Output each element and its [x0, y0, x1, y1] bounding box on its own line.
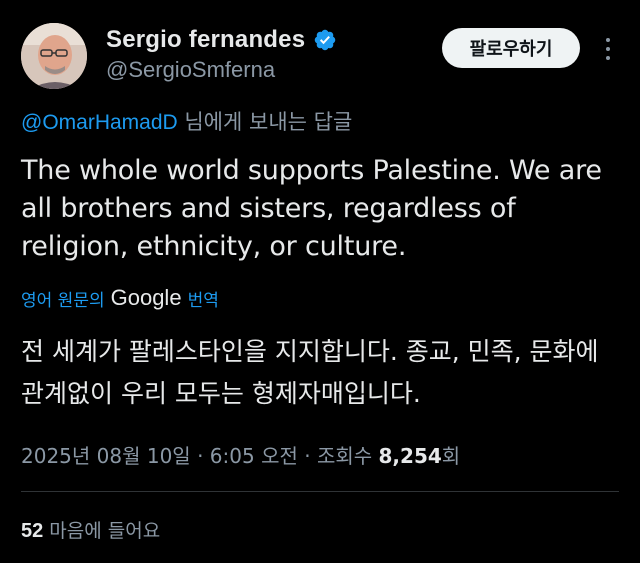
google-logo: Google — [110, 285, 182, 310]
dot — [606, 47, 610, 51]
likes-summary[interactable]: 52 마음에 들어요 — [21, 516, 160, 543]
translated-text: 전 세계가 팔레스타인을 지지합니다. 종교, 민족, 문화에 관계없이 우리 … — [21, 337, 599, 408]
likes-label: 마음에 들어요 — [49, 520, 161, 542]
views-count: 8,254 — [378, 444, 442, 468]
divider — [21, 491, 619, 492]
reply-mention-link[interactable]: @OmarHamadD — [21, 111, 178, 134]
tweet-date[interactable]: 2025년 08월 10일 — [21, 444, 191, 468]
author-name-row: Sergio fernandes — [106, 26, 337, 54]
dot — [606, 38, 610, 42]
likes-count: 52 — [21, 520, 44, 542]
separator: · — [304, 444, 311, 468]
dot — [606, 56, 610, 60]
avatar[interactable] — [21, 23, 87, 89]
verified-badge-icon[interactable] — [313, 28, 337, 52]
avatar-image — [21, 23, 87, 89]
tweet-text: The whole world supports Palestine. We a… — [21, 155, 602, 262]
reply-suffix: 님에게 보내는 답글 — [177, 110, 353, 134]
separator: · — [197, 444, 204, 468]
tweet-time[interactable]: 6:05 오전 — [210, 444, 298, 468]
views-suffix: 회 — [441, 444, 461, 468]
translation-attribution[interactable]: 영어 원문의 Google 번역 — [21, 285, 219, 311]
reply-context: @OmarHamadD 님에게 보내는 답글 — [21, 106, 352, 136]
translation-suffix: 번역 — [187, 290, 219, 311]
tweet-meta: 2025년 08월 10일 · 6:05 오전 · 조회수 8,254회 — [21, 440, 460, 469]
follow-button[interactable]: 팔로우하기 — [442, 28, 580, 68]
translation-prefix: 영어 원문의 — [21, 290, 105, 311]
author-handle[interactable]: @SergioSmferna — [106, 57, 275, 83]
views-label: 조회수 — [316, 444, 373, 468]
author-name[interactable]: Sergio fernandes — [106, 26, 305, 54]
more-options-icon[interactable] — [598, 34, 618, 64]
